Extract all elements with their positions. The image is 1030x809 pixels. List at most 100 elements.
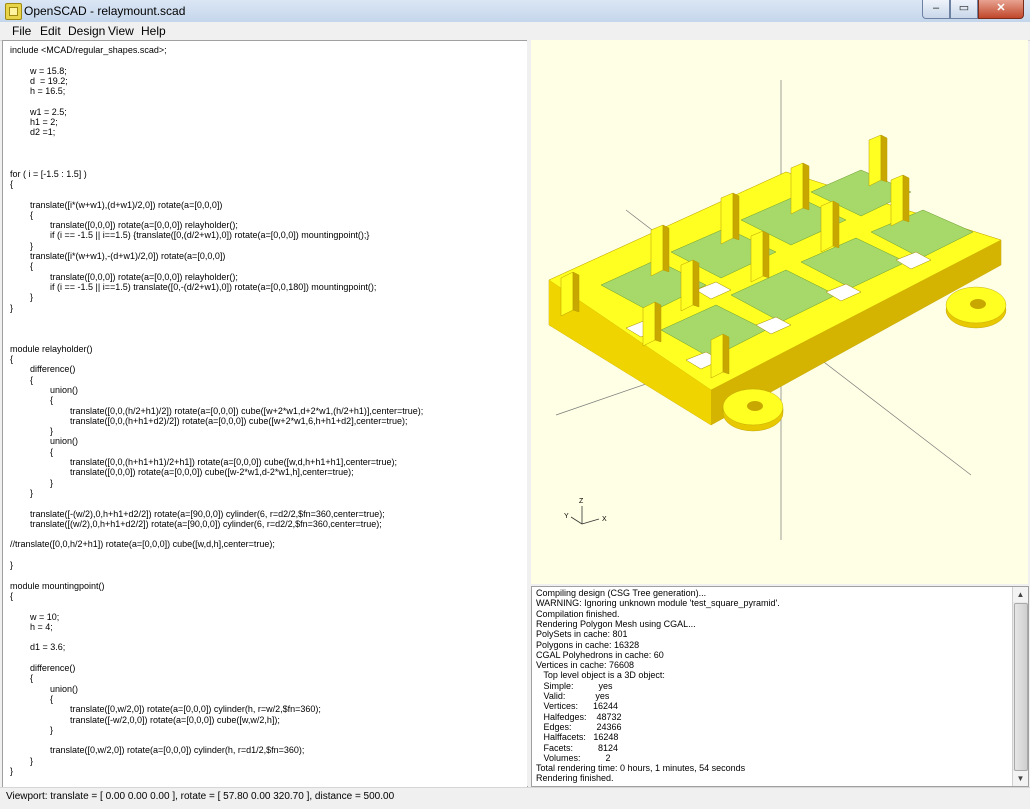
close-button[interactable]: ✕: [978, 0, 1024, 19]
code-line: {: [10, 261, 34, 272]
code-line: if (i == -1.5 || i==1.5) translate([0,-(…: [10, 281, 377, 292]
axis-label-z: Z: [579, 498, 584, 505]
code-editor[interactable]: include <MCAD/regular_shapes.scad>; w = …: [2, 40, 528, 788]
scroll-thumb[interactable]: [1014, 603, 1028, 771]
code-line: d = 19.2;: [10, 75, 68, 86]
code-line: d1 = 3.6;: [10, 642, 66, 653]
code-line: translate([(w/2),0,h+h1+d2/2]) rotate(a=…: [10, 518, 382, 529]
console-line: Valid: yes: [536, 691, 610, 701]
axis-label-y: Y: [564, 513, 569, 520]
menu-bar: File Edit Design View Help: [0, 22, 1030, 41]
code-line: }: [10, 302, 14, 313]
mounting-hole: [747, 401, 763, 411]
console-line: Simple: yes: [536, 680, 613, 691]
code-line: translate([-w/2,0,0]) rotate(a=[0,0,0]) …: [10, 714, 280, 725]
model-render: Z X Y: [548, 80, 1007, 540]
console-output[interactable]: Compiling design (CSG Tree generation)..…: [531, 586, 1029, 787]
code-line: {: [10, 693, 54, 704]
console-line: WARNING: Ignoring unknown module 'test_s…: [536, 598, 780, 609]
console-line: Facets: 8124: [536, 742, 619, 753]
console-line: Top level object is a 3D object:: [536, 670, 665, 681]
axis-label-x: X: [602, 516, 607, 523]
title-bar[interactable]: OpenSCAD - relaymount.scad – ▭ ✕: [0, 0, 1030, 23]
code-line: w = 10;: [10, 611, 60, 622]
window-controls: – ▭ ✕: [922, 0, 1024, 19]
code-line: include <MCAD/regular_shapes.scad>;: [10, 45, 167, 55]
scroll-up-arrow[interactable]: ▲: [1013, 587, 1028, 602]
code-line: h1 = 2;: [10, 117, 58, 128]
code-line: translate([0,0,0]) rotate(a=[0,0,0]) rel…: [10, 220, 238, 231]
code-line: }: [10, 755, 34, 766]
console-line: Vertices in cache: 76608: [536, 660, 635, 671]
code-line: {: [10, 395, 54, 406]
code-line: h = 4;: [10, 621, 53, 632]
code-line: {: [10, 178, 14, 189]
console-scrollbar[interactable]: ▲ ▼: [1012, 587, 1028, 786]
code-line: {: [10, 354, 14, 364]
code-line: translate([0,0,0]) rotate(a=[0,0,0]) cub…: [10, 467, 354, 478]
menu-design[interactable]: Design: [68, 24, 105, 38]
code-line: union(): [10, 683, 79, 694]
status-bar: Viewport: translate = [ 0.00 0.00 0.00 ]…: [0, 787, 1030, 809]
console-line: Rendering finished.: [536, 773, 614, 784]
code-line: translate([0,0,(h/2+h1)/2]) rotate(a=[0,…: [10, 405, 424, 416]
code-line: translate([0,0,(h+h1+d2)/2]) rotate(a=[0…: [10, 415, 408, 426]
code-line: union(): [10, 436, 79, 447]
code-line: module relayholder(): [10, 343, 93, 354]
console-line: Compilation finished.: [536, 608, 620, 619]
code-line: }: [10, 560, 14, 570]
code-line: }: [10, 477, 54, 488]
console-line: Total rendering time: 0 hours, 1 minutes…: [536, 763, 746, 774]
code-line: }: [10, 292, 34, 303]
openscad-app-icon: [5, 3, 22, 20]
axis-gizmo: Z X Y: [564, 498, 607, 525]
scroll-down-arrow[interactable]: ▼: [1013, 771, 1028, 786]
code-line: }: [10, 240, 34, 251]
mounting-hole: [970, 299, 986, 309]
code-line: translate([0,w/2,0]) rotate(a=[0,0,0]) c…: [10, 745, 305, 756]
code-line: if (i == -1.5 || i==1.5) {translate([0,(…: [10, 230, 370, 241]
console-line: PolySets in cache: 801: [536, 629, 628, 640]
window-title: OpenSCAD - relaymount.scad: [24, 4, 186, 18]
menu-edit[interactable]: Edit: [40, 24, 61, 38]
code-line: w = 15.8;: [10, 65, 67, 76]
code-line: difference(): [10, 663, 76, 673]
code-line: }: [10, 426, 54, 437]
maximize-button[interactable]: ▭: [950, 0, 978, 19]
code-line: d2 =1;: [10, 127, 56, 138]
app-window: OpenSCAD - relaymount.scad – ▭ ✕ File Ed…: [0, 0, 1030, 809]
console-line: Rendering Polygon Mesh using CGAL...: [536, 618, 696, 629]
console-line: Vertices: 16244: [536, 701, 619, 712]
console-line: Polygons in cache: 16328: [536, 639, 640, 650]
code-line: {: [10, 446, 54, 457]
console-line: CGAL Polyhedrons in cache: 60: [536, 649, 664, 660]
code-line: }: [10, 724, 54, 735]
code-line: translate([0,w/2,0]) rotate(a=[0,0,0]) c…: [10, 704, 321, 715]
code-line: {: [10, 673, 34, 684]
console-line: Volumes: 2: [536, 752, 611, 763]
console-line: Halfedges: 48732: [536, 711, 622, 722]
console-line: Edges: 24366: [536, 721, 622, 732]
3d-viewport[interactable]: Z X Y: [531, 40, 1028, 584]
code-line: difference(): [10, 364, 76, 375]
code-line: h = 16.5;: [10, 86, 66, 97]
code-line: {: [10, 590, 14, 601]
code-line: translate([-(w/2),0,h+h1+d2/2]) rotate(a…: [10, 508, 385, 519]
code-line: for ( i = [-1.5 : 1.5] ): [10, 168, 87, 179]
code-line: w1 = 2.5;: [10, 106, 67, 117]
code-line: translate([0,0,(h+h1+h1)/2+h1]) rotate(a…: [10, 457, 397, 467]
console-line: Halffacets: 16248: [536, 732, 619, 743]
menu-file[interactable]: File: [12, 24, 31, 38]
code-line: union(): [10, 384, 79, 395]
code-line: {: [10, 209, 34, 220]
menu-help[interactable]: Help: [141, 24, 166, 38]
code-line: translate([0,0,0]) rotate(a=[0,0,0]) rel…: [10, 271, 238, 282]
code-line: //translate([0,0,h/2+h1]) rotate(a=[0,0,…: [10, 539, 275, 550]
code-line: translate([i*(w+w1),-(d+w1)/2,0]) rotate…: [10, 251, 226, 261]
code-line: translate([i*(w+w1),(d+w1)/2,0]) rotate(…: [10, 199, 223, 210]
code-line: {: [10, 374, 34, 385]
viewport-status-text: Viewport: translate = [ 0.00 0.00 0.00 ]…: [6, 791, 395, 802]
console-line: Compiling design (CSG Tree generation)..…: [536, 588, 707, 598]
menu-view[interactable]: View: [108, 24, 134, 38]
minimize-button[interactable]: –: [922, 0, 950, 19]
